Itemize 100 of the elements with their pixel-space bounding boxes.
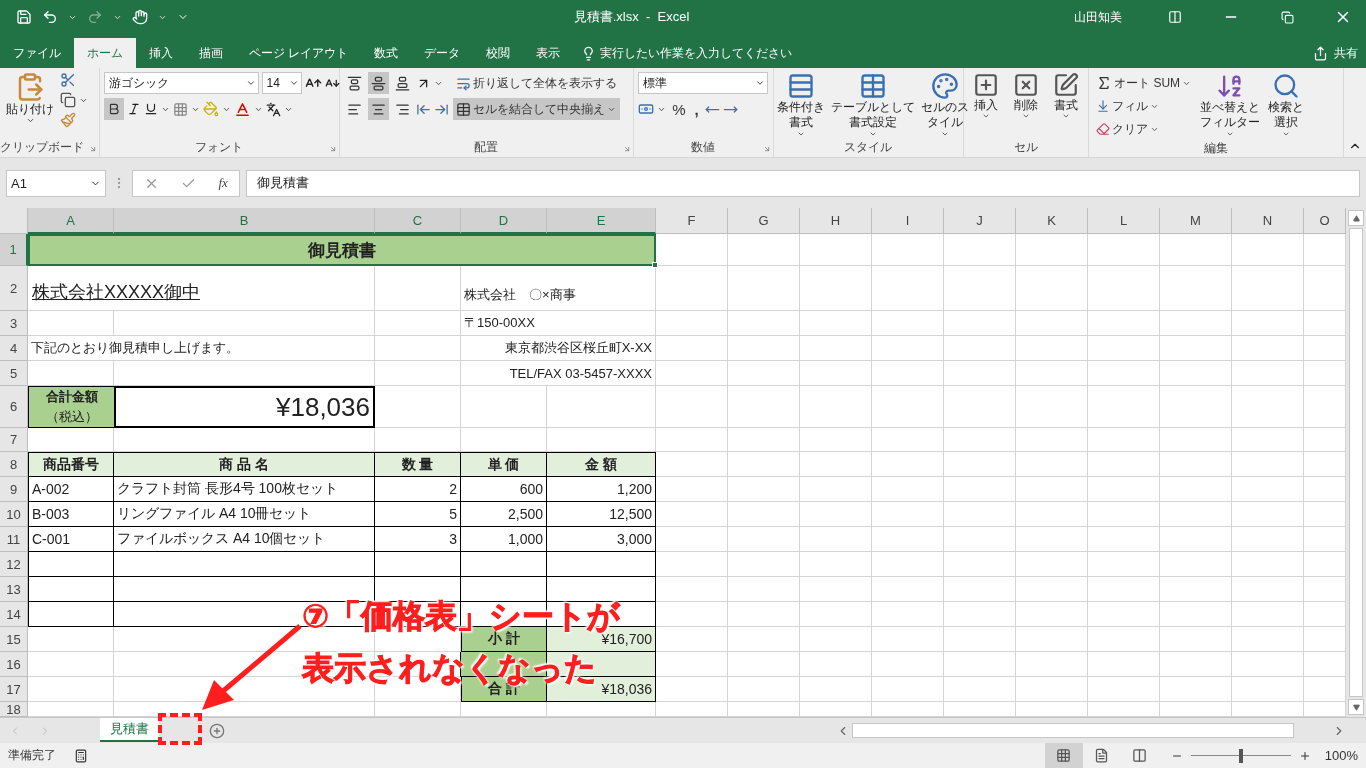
row-header[interactable]: 2: [0, 266, 28, 311]
table-cell[interactable]: C-001: [28, 527, 114, 552]
row-header[interactable]: 4: [0, 336, 28, 361]
ribbon-tab[interactable]: ページ レイアウト: [236, 38, 362, 68]
currency-icon[interactable]: [638, 101, 655, 117]
row-header[interactable]: 8: [0, 452, 28, 477]
column-header[interactable]: M: [1160, 208, 1232, 234]
column-header[interactable]: H: [800, 208, 872, 234]
name-box[interactable]: A1: [6, 169, 106, 197]
column-header[interactable]: O: [1304, 208, 1346, 234]
header-cell[interactable]: 単 価: [461, 452, 547, 477]
table-cell[interactable]: 3: [375, 527, 461, 552]
row-header[interactable]: 14: [0, 602, 28, 627]
table-cell[interactable]: 5: [375, 502, 461, 527]
fill-button[interactable]: フィル: [1093, 95, 1195, 117]
table-cell[interactable]: クラフト封筒 長形4号 100枚セット: [114, 477, 375, 502]
font-color-icon[interactable]: [233, 100, 251, 118]
style-button[interactable]: セルのスタイル: [918, 72, 971, 139]
merge-center-button[interactable]: セルを結合して中央揃え: [452, 98, 620, 120]
ribbon-tab[interactable]: 描画: [186, 38, 236, 68]
ribbon-tab[interactable]: データ: [411, 38, 474, 68]
save-icon[interactable]: [16, 9, 32, 25]
scroll-thumb[interactable]: [1349, 228, 1363, 697]
table-cell[interactable]: 1,000: [461, 527, 547, 552]
find-select-button[interactable]: 検索と選択: [1266, 72, 1307, 140]
row-header[interactable]: 15: [0, 627, 28, 652]
zoom-in-icon[interactable]: [1298, 749, 1311, 762]
column-header[interactable]: D: [461, 208, 547, 234]
clear-button[interactable]: クリア: [1093, 118, 1195, 140]
ribbon-tab[interactable]: 挿入: [136, 38, 186, 68]
table-cell[interactable]: 1,200: [547, 477, 656, 502]
header-cell[interactable]: 金 額: [547, 452, 656, 477]
ribbon-tab[interactable]: ホーム: [74, 38, 136, 68]
row-header[interactable]: 5: [0, 361, 28, 386]
undo-icon[interactable]: [42, 9, 58, 25]
table-cell[interactable]: 2: [375, 477, 461, 502]
column-header[interactable]: E: [547, 208, 656, 234]
table-cell[interactable]: リングファイル A4 10冊セット: [114, 502, 375, 527]
percent-button[interactable]: %: [669, 98, 689, 120]
ribbon-tab[interactable]: 数式: [361, 38, 412, 68]
column-header[interactable]: L: [1088, 208, 1160, 234]
autosum-button[interactable]: オート SUM: [1093, 72, 1195, 94]
style-button[interactable]: 条件付き書式: [774, 72, 827, 139]
underline-icon[interactable]: [143, 102, 158, 116]
launcher-icon[interactable]: [88, 145, 97, 153]
column-header[interactable]: I: [872, 208, 944, 234]
table-cell[interactable]: 2,500: [461, 502, 547, 527]
column-header[interactable]: B: [114, 208, 375, 234]
launcher-icon[interactable]: [762, 145, 771, 153]
italic-icon[interactable]: [126, 102, 141, 116]
cell-button[interactable]: 削除: [1010, 72, 1041, 139]
column-header[interactable]: F: [656, 208, 728, 234]
align-button[interactable]: [367, 72, 389, 94]
launcher-icon[interactable]: [623, 145, 632, 153]
zoom-reading[interactable]: 100%: [1324, 748, 1358, 763]
hand-icon[interactable]: [132, 9, 148, 25]
scroll-down-icon[interactable]: [1352, 703, 1360, 711]
restore-icon[interactable]: [1280, 10, 1294, 24]
fill-color-icon[interactable]: [202, 101, 219, 117]
row-header[interactable]: 6: [0, 386, 28, 428]
column-header[interactable]: C: [375, 208, 461, 234]
formula-field[interactable]: 御見積書: [246, 169, 1360, 197]
row-header[interactable]: 13: [0, 577, 28, 602]
header-cell[interactable]: 数 量: [375, 452, 461, 477]
table-cell[interactable]: 12,500: [547, 502, 656, 527]
row-header[interactable]: 7: [0, 428, 28, 452]
tell-me-field[interactable]: 実行したい作業を入力してください: [600, 44, 793, 62]
align-button[interactable]: [367, 98, 389, 120]
row-header[interactable]: 11: [0, 527, 28, 552]
total-label-cell[interactable]: 合計金額 （税込）: [28, 386, 114, 428]
row-header[interactable]: 9: [0, 477, 28, 502]
column-header[interactable]: J: [944, 208, 1016, 234]
cell-button[interactable]: 挿入: [970, 72, 1001, 139]
table-cell[interactable]: 3,000: [547, 527, 656, 552]
row-header[interactable]: 10: [0, 502, 28, 527]
row-header[interactable]: 1: [0, 234, 28, 266]
zoom-thumb[interactable]: [1238, 748, 1243, 763]
calculator-icon[interactable]: [74, 748, 88, 763]
row-header[interactable]: 16: [0, 652, 28, 677]
font-name-field[interactable]: 游ゴシック: [103, 72, 259, 94]
total-amount-cell[interactable]: ¥18,036: [114, 386, 375, 428]
header-cell[interactable]: 商品番号: [28, 452, 114, 477]
table-cell[interactable]: 600: [461, 477, 547, 502]
table-cell[interactable]: ファイルボックス A4 10個セット: [114, 527, 375, 552]
borders-icon[interactable]: [172, 101, 188, 117]
fill-handle[interactable]: [652, 262, 658, 268]
share-button[interactable]: 共有: [1313, 38, 1358, 68]
ribbon-tab[interactable]: ファイル: [0, 38, 74, 68]
sort-filter-button[interactable]: 並べ替えとフィルター: [1198, 72, 1263, 140]
paste-button[interactable]: 貼り付け: [4, 72, 56, 139]
table-cell[interactable]: A-002: [28, 477, 114, 502]
column-header[interactable]: N: [1232, 208, 1304, 234]
font-size-field[interactable]: 14: [261, 72, 302, 94]
ribbon-tab[interactable]: 校閲: [473, 38, 524, 68]
style-button[interactable]: テーブルとして書式設定: [828, 72, 917, 139]
launcher-icon[interactable]: [328, 145, 337, 153]
sheet-tab[interactable]: 見積書: [100, 718, 159, 742]
row-header[interactable]: 18: [0, 702, 28, 717]
bold-button[interactable]: [103, 98, 124, 120]
scissors-icon[interactable]: [60, 72, 76, 88]
